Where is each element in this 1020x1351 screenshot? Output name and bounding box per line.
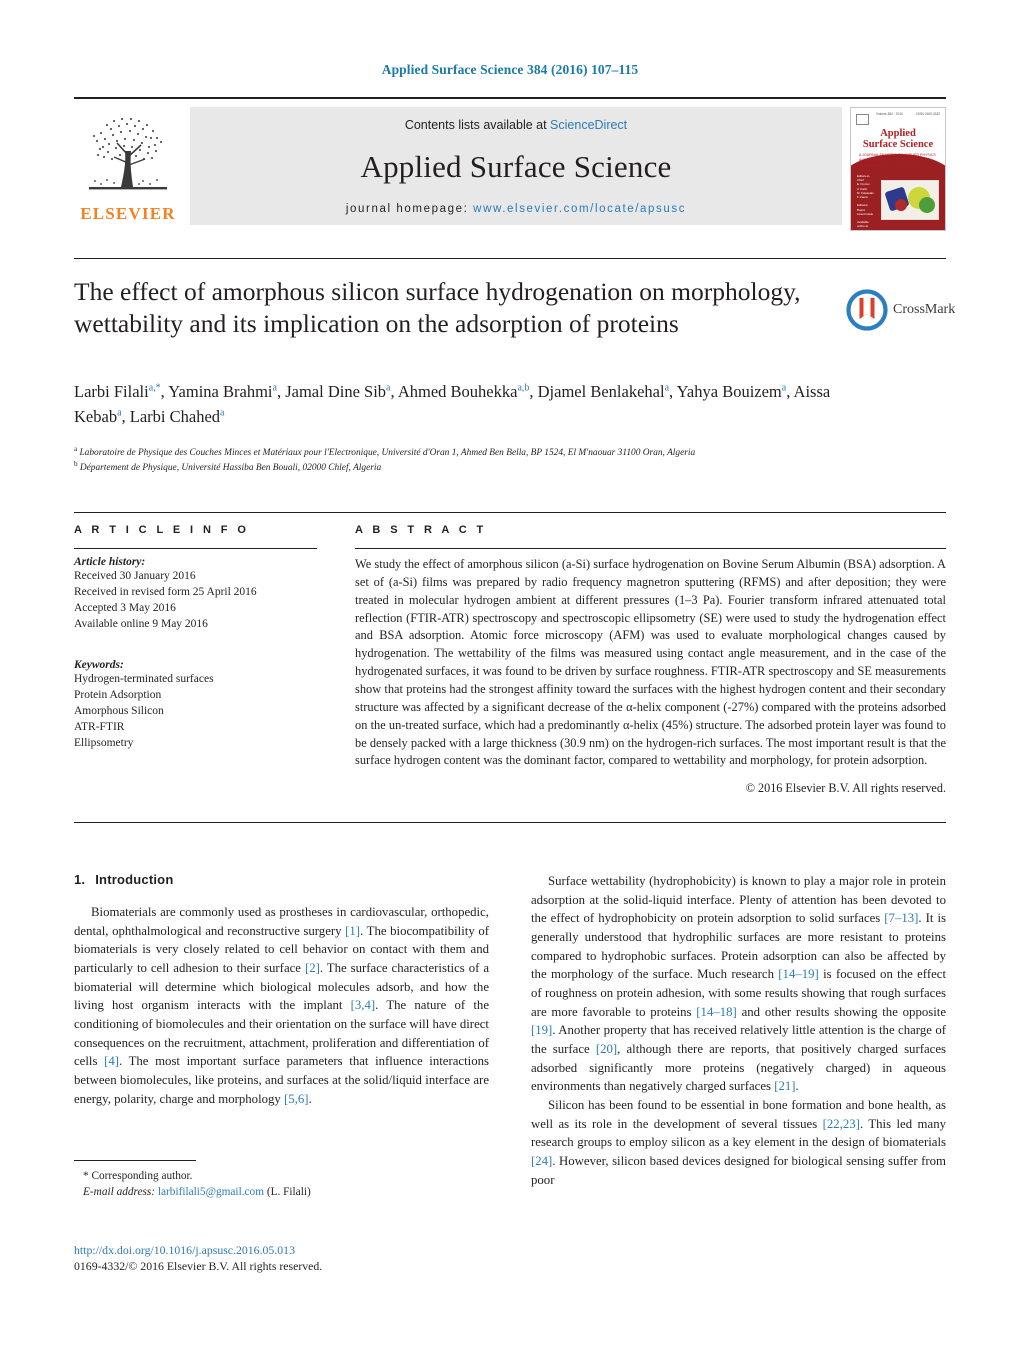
- doi-block: http://dx.doi.org/10.1016/j.apsusc.2016.…: [74, 1243, 534, 1275]
- intro-paragraph-right-1: Surface wettability (hydrophobicity) is …: [531, 874, 947, 1094]
- cover-topbar: Volume 384 · 2016 ISSN 0169-4332: [856, 112, 940, 125]
- cover-editor-list: Editors-in-Chief E. Fromm A. Kahn M. Kawasa…: [857, 174, 875, 231]
- journal-band: Contents lists available at ScienceDirec…: [190, 107, 842, 225]
- homepage-prefix: journal homepage:: [345, 203, 474, 215]
- cover-volume-text: Volume 384 · 2016: [876, 112, 903, 116]
- affiliation-text-a: Laboratoire de Physique des Couches Minc…: [79, 448, 696, 459]
- corresponding-author-footnote: * Corresponding author. E-mail address: …: [74, 1160, 489, 1201]
- article-page: Applied Surface Science 384 (2016) 107–1…: [0, 0, 1020, 1351]
- journal-title: Applied Surface Science: [360, 149, 672, 184]
- article-info-top-rule: [74, 512, 946, 513]
- footnote-rule: [74, 1160, 196, 1161]
- cover-title-line1: Applied: [880, 128, 916, 139]
- affiliation-marker-a: a: [74, 445, 78, 453]
- journal-masthead: ELSEVIER Contents lists available at Sci…: [74, 97, 946, 231]
- section-heading-introduction: 1. Introduction: [74, 872, 489, 887]
- title-block: The effect of amorphous silicon surface …: [74, 276, 854, 341]
- article-history-revised: Received in revised form 25 April 2016: [74, 585, 257, 598]
- sciencedirect-link[interactable]: ScienceDirect: [550, 118, 627, 132]
- issn-copyright-line: 0169-4332/© 2016 Elsevier B.V. All right…: [74, 1258, 323, 1273]
- keyword-item: Protein Adsorption: [74, 689, 162, 702]
- article-history-accepted: Accepted 3 May 2016: [74, 601, 176, 614]
- intro-paragraph-right-2: Silicon has been found to be essential i…: [531, 1098, 946, 1187]
- page-title: The effect of amorphous silicon surface …: [74, 277, 801, 339]
- authors-text: Larbi Filalia,*, Yamina Brahmia, Jamal D…: [74, 382, 831, 426]
- keywords-block: Keywords: Hydrogen-terminated surfaces P…: [74, 659, 317, 751]
- intro-paragraph-left-1: Biomaterials are commonly used as prosth…: [74, 905, 489, 1106]
- running-head: Applied Surface Science 384 (2016) 107–1…: [381, 62, 639, 77]
- elsevier-tree-icon: [89, 117, 167, 190]
- elsevier-wordmark: ELSEVIER: [80, 204, 176, 223]
- cover-issn-text: ISSN 0169-4332: [916, 112, 940, 116]
- abstract-separator: [355, 548, 946, 549]
- article-info-column: Article history: Received 30 January 201…: [74, 548, 317, 752]
- article-history-online: Available online 9 May 2016: [74, 617, 208, 630]
- abstract-bottom-rule: [74, 822, 946, 823]
- abstract-text: We study the effect of amorphous silicon…: [355, 557, 946, 768]
- keyword-item: Hydrogen-terminated surfaces: [74, 673, 214, 686]
- body-column-right: Surface wettability (hydrophobicity) is …: [531, 872, 946, 1189]
- affiliation-text-b: Département de Physique, Université Hass…: [79, 463, 382, 474]
- email-owner: (L. Filali): [266, 1186, 311, 1199]
- email-label: E-mail address:: [83, 1186, 156, 1199]
- body-columns: 1. Introduction Biomaterials are commonly…: [74, 872, 946, 1189]
- section-number: 1.: [74, 872, 86, 887]
- keyword-item: Amorphous Silicon: [74, 705, 164, 718]
- affiliation-item: a Laboratoire de Physique des Couches Mi…: [74, 445, 904, 460]
- abstract-copyright: © 2016 Elsevier B.V. All rights reserved…: [745, 781, 946, 796]
- section-title: Introduction: [95, 872, 174, 887]
- keyword-item: Ellipsometry: [74, 736, 134, 749]
- article-history-label: Article history:: [74, 556, 146, 568]
- affiliation-list: a Laboratoire de Physique des Couches Mi…: [74, 445, 904, 476]
- corresponding-author-line: * Corresponding author.: [83, 1170, 193, 1182]
- contents-prefix: Contents lists available at: [404, 118, 551, 132]
- cover-figure-red-shape: [895, 199, 907, 211]
- cover-elsevier-mark: [856, 114, 869, 125]
- article-info-separator: [74, 548, 317, 549]
- keywords-label: Keywords:: [74, 659, 124, 672]
- crossmark-label: CrossMark: [893, 302, 956, 317]
- cover-subtitle: A JOURNAL DEVOTED TO APPLIED PHYSICS AND…: [859, 153, 936, 168]
- doi-link[interactable]: http://dx.doi.org/10.1016/j.apsusc.2016.…: [74, 1243, 534, 1259]
- journal-homepage-line: journal homepage: www.elsevier.com/locat…: [190, 203, 842, 215]
- body-column-left: 1. Introduction Biomaterials are commonly…: [74, 872, 489, 1189]
- abstract-column: We study the effect of amorphous silicon…: [355, 548, 946, 796]
- cover-title-line2: Surface Science: [862, 139, 934, 151]
- article-history-received: Received 30 January 2016: [74, 570, 196, 582]
- affiliation-marker-b: b: [74, 460, 78, 469]
- author-list: Larbi Filalia,*, Yamina Brahmia, Jamal D…: [74, 380, 874, 430]
- crossmark-icon: [846, 289, 888, 331]
- article-info-heading: A R T I C L E I N F O: [74, 524, 250, 536]
- keyword-item: ATR-FTIR: [74, 721, 125, 734]
- cover-title: Applied Surface Science: [851, 128, 945, 150]
- title-top-rule: [74, 258, 946, 259]
- elsevier-logo: ELSEVIER: [74, 107, 182, 224]
- email-line: E-mail address: larbifilali5@gmail.com (…: [74, 1184, 489, 1200]
- cover-figure: [881, 180, 939, 220]
- journal-cover-thumbnail: Volume 384 · 2016 ISSN 0169-4332 Applied…: [850, 107, 946, 231]
- email-link[interactable]: larbifilali5@gmail.com: [158, 1186, 264, 1198]
- crossmark-badge[interactable]: CrossMark: [846, 287, 958, 333]
- abstract-heading: A B S T R A C T: [355, 524, 487, 536]
- affiliation-item: b Département de Physique, Université Ha…: [74, 460, 904, 475]
- contents-available-line: Contents lists available at ScienceDirec…: [190, 118, 842, 132]
- cover-figure-green-shape: [919, 197, 935, 213]
- journal-homepage-link[interactable]: www.elsevier.com/locate/apsusc: [473, 203, 686, 215]
